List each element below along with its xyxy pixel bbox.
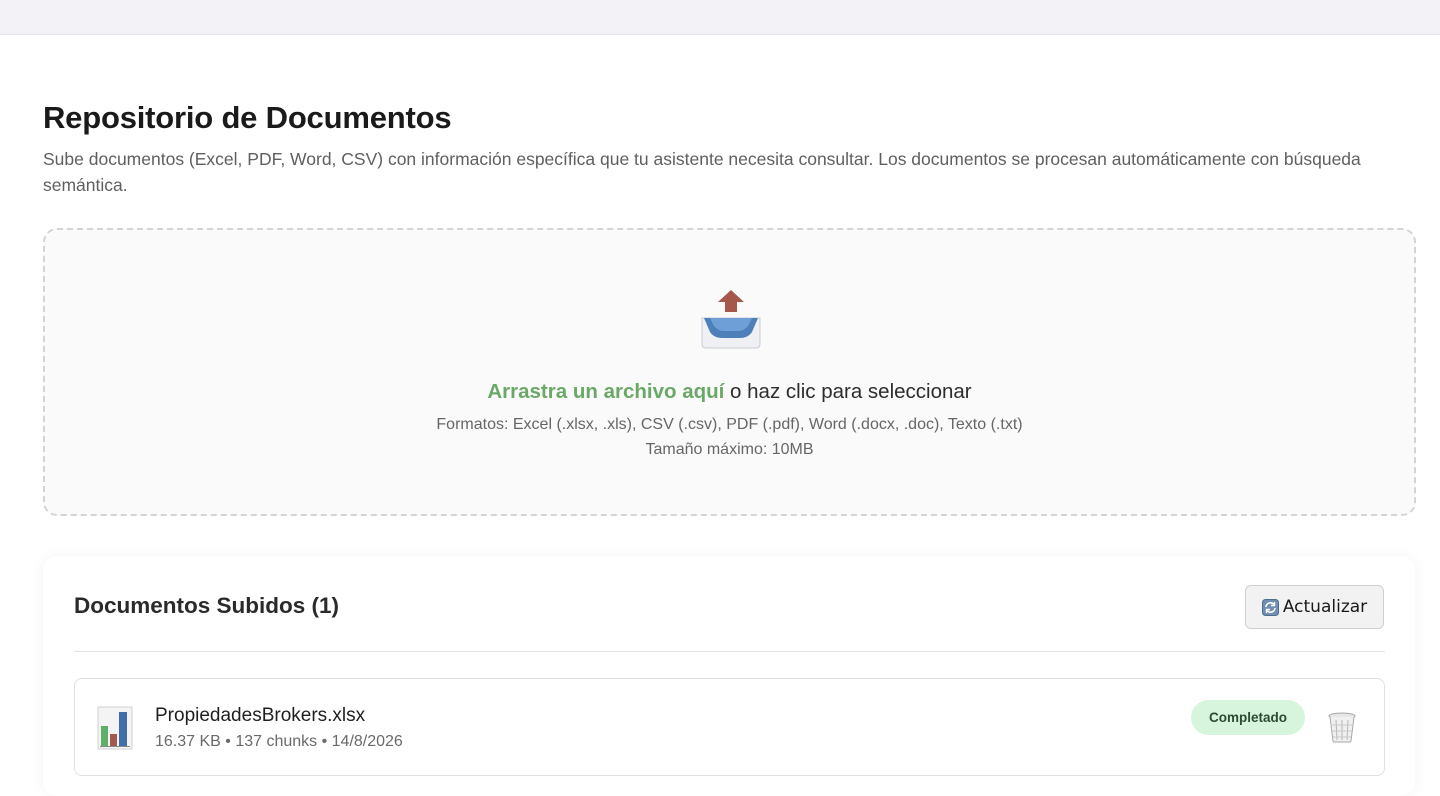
divider: [74, 651, 1385, 652]
spreadsheet-icon: [97, 706, 133, 750]
page-title: Repositorio de Documentos: [43, 100, 452, 135]
documents-title: Documentos Subidos (1): [74, 593, 340, 618]
dropzone-max-size: Tamaño máximo: 10MB: [645, 441, 814, 458]
trash-icon[interactable]: [1327, 711, 1357, 743]
dropzone-instruction: Arrastra un archivo aquí o haz clic para…: [45, 380, 1414, 404]
inbox-upload-icon: [701, 290, 761, 349]
file-dropzone[interactable]: Arrastra un archivo aquí o haz clic para…: [43, 228, 1416, 516]
file-name: PropiedadesBrokers.xlsx: [155, 705, 366, 726]
refresh-icon: [1261, 598, 1279, 616]
page-description: Sube documentos (Excel, PDF, Word, CSV) …: [43, 149, 1361, 195]
dropzone-formats: Formatos: Excel (.xlsx, .xls), CSV (.csv…: [436, 416, 1023, 433]
refresh-button[interactable]: Actualizar: [1245, 585, 1384, 629]
top-bar: [0, 0, 1440, 35]
file-meta: 16.37 KB • 137 chunks • 14/8/2026: [155, 733, 403, 750]
status-badge: Completado: [1191, 700, 1305, 735]
uploaded-documents-panel: Documentos Subidos (1) Actualizar Propie…: [43, 556, 1415, 796]
dropzone-rest-text: o haz clic para seleccionar: [724, 380, 972, 403]
document-row[interactable]: PropiedadesBrokers.xlsx 16.37 KB • 137 c…: [74, 678, 1385, 776]
dropzone-accent-text: Arrastra un archivo aquí: [487, 380, 725, 403]
refresh-button-label: Actualizar: [1282, 597, 1368, 617]
